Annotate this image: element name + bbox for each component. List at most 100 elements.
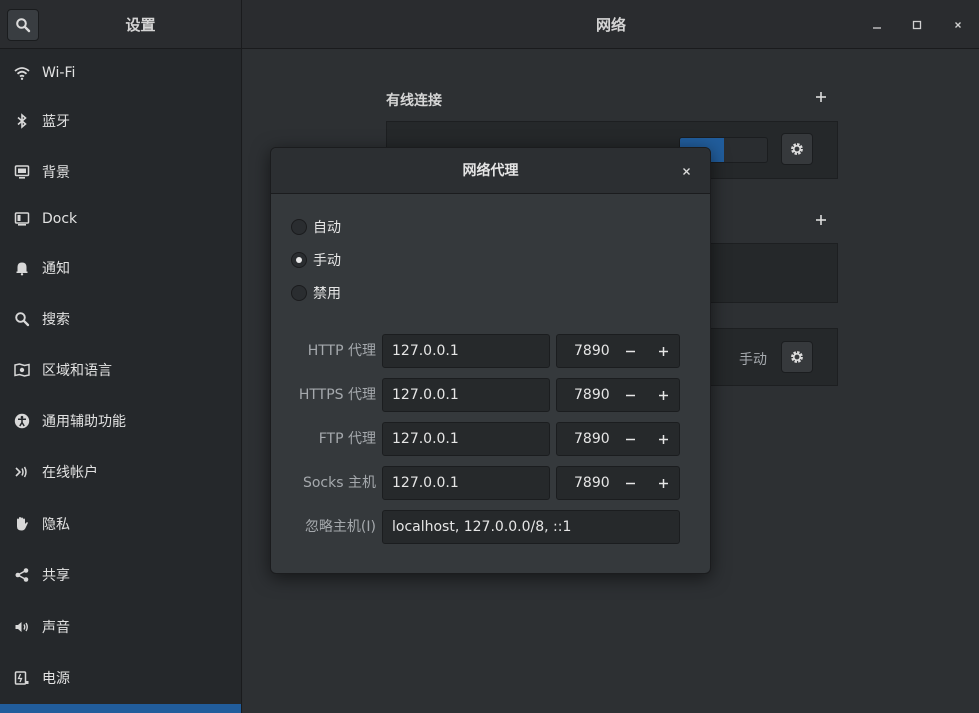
radio-label: 自动 xyxy=(313,220,341,236)
port-value[interactable]: 7890 xyxy=(574,423,610,455)
sidebar-item-bluetooth[interactable]: 蓝牙 xyxy=(0,97,241,145)
dialog-close-button[interactable] xyxy=(678,163,694,179)
sidebar-item-privacy[interactable]: 隐私 xyxy=(0,500,241,548)
increment-button[interactable] xyxy=(647,335,679,367)
increment-button[interactable] xyxy=(647,423,679,455)
mode-manual[interactable]: 手动 xyxy=(291,250,341,270)
ignore-hosts-field[interactable]: localhost, 127.0.0.0/8, ::1 xyxy=(382,510,680,544)
plus-icon xyxy=(816,215,826,225)
sidebar-item-wifi[interactable]: Wi-Fi xyxy=(0,49,241,97)
sidebar-item-region-language[interactable]: 区域和语言 xyxy=(0,346,241,394)
plus-icon xyxy=(658,346,668,356)
radio-label: 手动 xyxy=(313,253,341,269)
sidebar-item-sound[interactable]: 声音 xyxy=(0,603,241,651)
sidebar-item-online-accounts[interactable]: 在线帐户 xyxy=(0,448,241,496)
socks-port-stepper[interactable]: 7890 xyxy=(556,466,680,500)
socks-host-field[interactable]: 127.0.0.1 xyxy=(382,466,550,500)
ftp-port-stepper[interactable]: 7890 xyxy=(556,422,680,456)
minus-icon xyxy=(625,394,635,396)
minus-icon xyxy=(625,438,635,440)
http-port-stepper[interactable]: 7890 xyxy=(556,334,680,368)
dialog-header: 网络代理 xyxy=(271,148,710,194)
sidebar-item-label: 搜索 xyxy=(42,312,70,328)
port-value[interactable]: 7890 xyxy=(574,335,610,367)
sidebar-item-label: 隐私 xyxy=(42,517,70,533)
sidebar: Wi-Fi 蓝牙 背景 Dock 通知 搜索 区域和语言 通用辅助功能 在线帐户… xyxy=(0,49,242,713)
header-left: 设置 xyxy=(0,0,242,48)
sidebar-item-label: 电源 xyxy=(42,671,70,687)
bell-icon xyxy=(14,260,30,276)
port-value[interactable]: 7890 xyxy=(574,379,610,411)
close-button[interactable] xyxy=(947,14,969,36)
http-proxy-label: HTTP 代理 xyxy=(307,343,376,359)
sidebar-item-label: Wi-Fi xyxy=(42,65,76,81)
wifi-icon xyxy=(14,65,30,81)
radio-auto[interactable] xyxy=(291,219,307,235)
maximize-button[interactable] xyxy=(906,14,928,36)
https-port-stepper[interactable]: 7890 xyxy=(556,378,680,412)
search-icon xyxy=(16,18,31,33)
decrement-button[interactable] xyxy=(614,467,646,499)
search-button[interactable] xyxy=(7,9,39,41)
dialog-title: 网络代理 xyxy=(462,163,519,179)
add-vpn-button[interactable] xyxy=(815,212,827,230)
dock-icon xyxy=(14,211,30,227)
online-accounts-icon xyxy=(14,464,30,480)
proxy-settings-button[interactable] xyxy=(781,341,813,373)
sidebar-item-search[interactable]: 搜索 xyxy=(0,295,241,343)
sidebar-item-accessibility[interactable]: 通用辅助功能 xyxy=(0,397,241,445)
ftp-host-field[interactable]: 127.0.0.1 xyxy=(382,422,550,456)
sidebar-item-label: 共享 xyxy=(42,568,70,584)
wired-section-title: 有线连接 xyxy=(386,93,442,109)
sidebar-item-network-selected[interactable] xyxy=(0,704,241,713)
minimize-button[interactable] xyxy=(866,14,888,36)
radio-manual[interactable] xyxy=(291,252,307,268)
hand-icon xyxy=(14,516,30,532)
close-icon xyxy=(682,167,690,175)
decrement-button[interactable] xyxy=(614,423,646,455)
minus-icon xyxy=(625,350,635,352)
plus-icon xyxy=(658,390,668,400)
radio-disabled[interactable] xyxy=(291,285,307,301)
decrement-button[interactable] xyxy=(614,335,646,367)
bluetooth-icon xyxy=(14,113,30,129)
radio-label: 禁用 xyxy=(313,286,341,302)
sidebar-item-dock[interactable]: Dock xyxy=(0,195,241,243)
sidebar-item-label: 背景 xyxy=(42,165,70,181)
wired-settings-button[interactable] xyxy=(781,133,813,165)
sidebar-item-sharing[interactable]: 共享 xyxy=(0,551,241,599)
increment-button[interactable] xyxy=(647,379,679,411)
close-icon xyxy=(955,22,961,28)
background-icon xyxy=(14,164,30,180)
network-proxy-dialog: 网络代理 自动 手动 禁用 HTTP 代理 127.0.0.1 7890 HTT… xyxy=(270,147,711,574)
share-icon xyxy=(14,567,30,583)
sidebar-item-background[interactable]: 背景 xyxy=(0,148,241,196)
sidebar-item-power[interactable]: 电源 xyxy=(0,654,241,702)
sidebar-item-label: Dock xyxy=(42,211,78,227)
decrement-button[interactable] xyxy=(614,379,646,411)
plus-icon xyxy=(658,434,668,444)
ftp-proxy-label: FTP 代理 xyxy=(318,431,376,447)
mode-auto[interactable]: 自动 xyxy=(291,217,341,237)
port-value[interactable]: 7890 xyxy=(574,467,610,499)
plus-icon xyxy=(658,478,668,488)
add-wired-button[interactable] xyxy=(815,89,827,107)
https-proxy-label: HTTPS 代理 xyxy=(298,387,376,403)
sidebar-item-label: 声音 xyxy=(42,620,70,636)
minus-icon xyxy=(625,482,635,484)
increment-button[interactable] xyxy=(647,467,679,499)
sidebar-item-notifications[interactable]: 通知 xyxy=(0,244,241,292)
sidebar-title: 设置 xyxy=(125,16,156,34)
http-host-field[interactable]: 127.0.0.1 xyxy=(382,334,550,368)
minimize-icon xyxy=(873,27,881,29)
speaker-icon xyxy=(14,619,30,635)
header-bar: 设置 网络 xyxy=(0,0,979,49)
https-host-field[interactable]: 127.0.0.1 xyxy=(382,378,550,412)
mode-disabled[interactable]: 禁用 xyxy=(291,283,341,303)
socks-host-label: Socks 主机 xyxy=(302,475,376,491)
plus-icon xyxy=(816,92,826,102)
region-icon xyxy=(14,362,30,378)
sidebar-item-label: 蓝牙 xyxy=(42,114,70,130)
accessibility-icon xyxy=(14,413,30,429)
ignore-hosts-label: 忽略主机(I) xyxy=(304,519,376,535)
